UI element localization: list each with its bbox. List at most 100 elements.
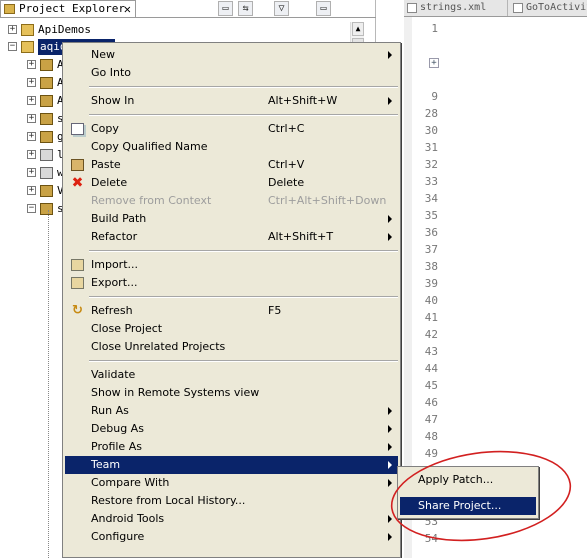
menu-item-label: Copy (91, 122, 119, 135)
menu-item-restore-from-local-history[interactable]: Restore from Local History... (65, 492, 398, 510)
menu-item-refresh[interactable]: ↻ Refresh F5 (65, 302, 398, 320)
menu-item-compare-with[interactable]: Compare With (65, 474, 398, 492)
tab-label: GoToActivity (526, 2, 587, 13)
menu-item-export[interactable]: Export... (65, 274, 398, 292)
project-icon (21, 41, 34, 53)
minimize-icon[interactable]: ▭ (316, 1, 331, 16)
fold-toggle-icon[interactable]: + (429, 58, 439, 68)
menu-separator (89, 296, 398, 298)
menu-item-label: Paste (91, 158, 121, 171)
package-icon (40, 203, 53, 215)
line-number: 36 (424, 226, 438, 239)
menu-item-copy-qualified-name[interactable]: Copy Qualified Name (65, 138, 398, 156)
close-icon[interactable]: ✕ (124, 1, 131, 17)
menu-item-label: Refresh (91, 304, 133, 317)
line-number: 48 (424, 430, 438, 443)
collapse-icon[interactable]: − (27, 204, 36, 213)
line-number: 39 (424, 277, 438, 290)
collapse-icon[interactable]: − (8, 42, 17, 51)
menu-item-profile-as[interactable]: Profile As (65, 438, 398, 456)
menu-item-label: Validate (91, 368, 136, 381)
submenu-arrow-icon (388, 515, 392, 523)
context-menu: New Go Into Show In Alt+Shift+W Copy Ctrl+C Co… (62, 42, 401, 558)
menu-item-close-unrelated-projects[interactable]: Close Unrelated Projects (65, 338, 398, 356)
menu-item-run-as[interactable]: Run As (65, 402, 398, 420)
line-number: 41 (424, 311, 438, 324)
menu-item-paste[interactable]: Paste Ctrl+V (65, 156, 398, 174)
line-number: 28 (424, 107, 438, 120)
menu-item-label: Import... (91, 258, 138, 271)
expand-icon[interactable]: + (27, 150, 36, 159)
menu-item-shortcut: Alt+Shift+T (268, 230, 334, 243)
menu-item-label: Debug As (91, 422, 144, 435)
menu-item-shortcut: Alt+Shift+W (268, 94, 338, 107)
menu-separator (89, 114, 398, 116)
menu-item-shortcut: Ctrl+V (268, 158, 305, 171)
tab-gotoactivity[interactable]: GoToActivity (510, 0, 587, 16)
expand-icon[interactable]: + (27, 114, 36, 123)
menu-item-debug-as[interactable]: Debug As (65, 420, 398, 438)
submenu-arrow-icon (388, 425, 392, 433)
menu-item-validate[interactable]: Validate (65, 366, 398, 384)
menu-item-close-project[interactable]: Close Project (65, 320, 398, 338)
menu-item-show-in[interactable]: Show In Alt+Shift+W (65, 92, 398, 110)
package-icon (40, 113, 53, 125)
line-number: 38 (424, 260, 438, 273)
jar-icon (40, 149, 53, 161)
copy-icon (71, 123, 84, 135)
tree-item-label: ApiDemos (38, 23, 91, 36)
line-number: 32 (424, 158, 438, 171)
tree-item[interactable]: + ApiDemos (0, 22, 340, 38)
submenu-arrow-icon (388, 233, 392, 241)
menu-item-refactor[interactable]: Refactor Alt+Shift+T (65, 228, 398, 246)
expand-icon[interactable]: + (27, 168, 36, 177)
project-explorer-title: Project Explorer (19, 2, 125, 15)
menu-item-team[interactable]: Team (65, 456, 398, 474)
line-number: 33 (424, 175, 438, 188)
submenu-item-apply-patch[interactable]: Apply Patch... (400, 471, 536, 489)
menu-separator (89, 360, 398, 362)
collapse-all-icon[interactable]: ▭ (218, 1, 233, 16)
menu-item-android-tools[interactable]: Android Tools (65, 510, 398, 528)
menu-item-label: Run As (91, 404, 129, 417)
menu-item-label: Show in Remote Systems view (91, 386, 260, 399)
menu-item-build-path[interactable]: Build Path (65, 210, 398, 228)
menu-item-label: Remove from Context (91, 194, 212, 207)
menu-item-copy[interactable]: Copy Ctrl+C (65, 120, 398, 138)
menu-item-go-into[interactable]: Go Into (65, 64, 398, 82)
tab-underline (0, 17, 376, 18)
menu-item-import[interactable]: Import... (65, 256, 398, 274)
export-icon (71, 277, 84, 289)
tab-strings-xml[interactable]: strings.xml (404, 0, 508, 16)
scroll-up-icon[interactable]: ▲ (352, 22, 364, 36)
view-menu-icon[interactable]: ▽ (274, 1, 289, 16)
menu-item-label: Copy Qualified Name (91, 140, 208, 153)
line-number: 49 (424, 447, 438, 460)
expand-icon[interactable]: + (27, 96, 36, 105)
expand-icon[interactable]: + (27, 186, 36, 195)
project-icon (21, 24, 34, 36)
submenu-item-label: Apply Patch... (418, 473, 494, 486)
line-number: 30 (424, 124, 438, 137)
menu-item-configure[interactable]: Configure (65, 528, 398, 546)
line-number: 9 (431, 90, 438, 103)
submenu-item-share-project[interactable]: Share Project... (400, 497, 536, 515)
submenu-arrow-icon (388, 97, 392, 105)
submenu-arrow-icon (388, 479, 392, 487)
line-number: 1 (431, 22, 438, 35)
expand-icon[interactable]: + (27, 78, 36, 87)
menu-item-new[interactable]: New (65, 46, 398, 64)
line-number: 40 (424, 294, 438, 307)
menu-separator (89, 86, 398, 88)
expand-icon[interactable]: + (8, 25, 17, 34)
xml-file-icon (407, 3, 417, 13)
folder-icon (4, 4, 15, 14)
link-editor-icon[interactable]: ⇆ (238, 1, 253, 16)
line-number: 47 (424, 413, 438, 426)
menu-item-delete[interactable]: ✖ Delete Delete (65, 174, 398, 192)
menu-item-label: Restore from Local History... (91, 494, 246, 507)
project-explorer-tab[interactable]: Project Explorer ✕ (0, 0, 136, 18)
expand-icon[interactable]: + (27, 132, 36, 141)
expand-icon[interactable]: + (27, 60, 36, 69)
menu-item-show-in-remote-systems-view[interactable]: Show in Remote Systems view (65, 384, 398, 402)
